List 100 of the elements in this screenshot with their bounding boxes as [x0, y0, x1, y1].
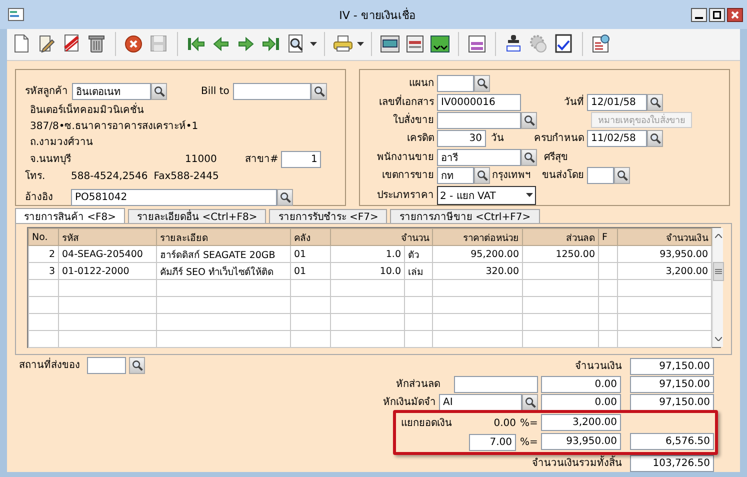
table-cell: เล่ม: [404, 262, 432, 280]
lookup-button[interactable]: [311, 83, 328, 100]
lookup-button[interactable]: [151, 83, 167, 100]
table-cell: 3,200.00: [618, 262, 712, 280]
search-icon: [154, 86, 164, 97]
province-text: จ.นนทบุรี: [29, 152, 72, 167]
search-icon: [476, 78, 488, 90]
text-field[interactable]: PO581042: [71, 189, 277, 206]
column-header: จำนวน: [330, 228, 432, 246]
customer-name: อินเตอร์เน็ทคอมมิวนิเคชั่น: [30, 102, 144, 118]
search-icon: [524, 114, 534, 126]
text-field[interactable]: อินเตอเนท: [72, 83, 151, 100]
field-label: โทร.: [25, 169, 46, 184]
amount-field[interactable]: 6,576.50: [630, 433, 714, 450]
field-label: แยกยอดเงิน: [400, 416, 452, 430]
table-cell: ฮาร์ดดิสก์ SEAGATE 20GB: [156, 246, 290, 262]
text-field[interactable]: [437, 112, 521, 129]
column-header: รหัส: [58, 228, 156, 246]
text-field[interactable]: [454, 376, 538, 392]
lookup-button[interactable]: [129, 357, 145, 374]
grip-icon[interactable]: [714, 269, 722, 274]
amount-field[interactable]: 97,150.00: [630, 358, 714, 374]
form-icon[interactable]: [404, 33, 426, 55]
dropdown-caret-icon[interactable]: [357, 42, 364, 46]
table-cell: 1250.00: [522, 246, 598, 262]
text-field[interactable]: IV0000016: [437, 94, 521, 111]
table-cell: 10.0: [330, 262, 404, 280]
maximize-button[interactable]: [709, 8, 725, 22]
field-label: Bill to: [201, 85, 230, 99]
checklist-icon[interactable]: [590, 33, 612, 55]
tab[interactable]: รายการสินค้า <F8>: [15, 208, 126, 223]
amount-field[interactable]: 3,200.00: [541, 414, 621, 431]
lookup-button[interactable]: [474, 166, 490, 184]
salesman-name: ศรีสุข: [544, 150, 568, 165]
text-field[interactable]: AI: [439, 394, 522, 410]
field-label: สาขา#: [245, 153, 278, 167]
close-button[interactable]: [727, 8, 743, 22]
amount-field[interactable]: 93,950.00: [541, 433, 621, 450]
field-label: ใบสั่งขาย: [392, 112, 435, 128]
address-line: 387/8•ซ.ธนาคารอาคารสงเคราะห์•1: [30, 119, 198, 134]
lookup-button[interactable]: [521, 112, 537, 129]
lookup-button[interactable]: [614, 166, 630, 184]
text-field[interactable]: อารี: [437, 148, 521, 166]
text-field[interactable]: [233, 83, 312, 100]
lookup-button[interactable]: [647, 94, 663, 111]
amount-field[interactable]: 97,150.00: [630, 394, 714, 410]
field-label: เขตการขาย: [381, 168, 435, 183]
scroll-down-icon[interactable]: [714, 337, 722, 341]
down-arrows-icon[interactable]: [429, 33, 451, 55]
table-cell: คัมภีร์ SEO ทำเว็บไซต์ให้ติด: [156, 262, 290, 280]
table-cell: 3: [28, 262, 58, 280]
rate-field[interactable]: 7.00: [469, 434, 516, 450]
unit-text: วัน: [491, 132, 504, 146]
field-label: เครดิต: [406, 132, 435, 146]
field-label: ครบกำหนด: [534, 132, 585, 146]
lookup-button[interactable]: [647, 130, 663, 148]
text-field[interactable]: กท: [437, 166, 474, 184]
field-label: สถานที่ส่งของ: [19, 357, 80, 374]
amount-field[interactable]: 97,150.00: [630, 376, 714, 392]
search-icon: [280, 192, 290, 203]
sign-text: %=: [519, 436, 538, 450]
scroll-up-icon[interactable]: [714, 234, 722, 238]
field-label: แผนก: [408, 77, 435, 92]
amount-field[interactable]: 0.00: [541, 376, 621, 392]
column-header: คลัง: [290, 228, 330, 246]
minimize-button[interactable]: [691, 8, 707, 22]
lookup-button[interactable]: [277, 189, 293, 206]
field-label: ขนส่งโดย: [542, 168, 585, 183]
document-check-icon[interactable]: [553, 33, 575, 55]
field-label: วันที่: [564, 94, 585, 110]
table-cell: 2: [28, 246, 58, 262]
text-field[interactable]: 12/01/58: [587, 94, 647, 111]
scrollbar[interactable]: [712, 228, 723, 347]
lookup-button[interactable]: [474, 75, 490, 92]
table-cell: 01: [290, 246, 330, 262]
table-cell: ตัว: [404, 246, 432, 262]
table-cell: 01-0122-2000: [58, 262, 156, 280]
text-field[interactable]: 1: [281, 151, 322, 168]
note-screen-icon[interactable]: [379, 33, 401, 55]
tab[interactable]: รายการภาษีขาย <Ctrl+F7>: [390, 209, 540, 223]
address-line: ถ.งามวงศ์วาน: [30, 135, 94, 150]
text-field[interactable]: 11/02/58: [587, 130, 647, 148]
search-icon: [524, 152, 534, 163]
price-type-dropdown[interactable]: 2 - แยก VAT: [437, 186, 536, 205]
amount-field[interactable]: 103,726.50: [630, 455, 714, 472]
text-field[interactable]: [587, 166, 614, 184]
tab[interactable]: รายละเอียดอื่น <Ctrl+F8>: [128, 209, 266, 223]
lookup-button[interactable]: [521, 148, 537, 166]
field-label: ประเภทราคา: [376, 188, 435, 203]
tab[interactable]: รายการรับชำระ <F7>: [269, 209, 388, 223]
table-cell: 01: [290, 262, 330, 280]
text-field[interactable]: [87, 357, 126, 374]
lookup-button[interactable]: [522, 394, 538, 410]
field-label: รหัสลูกค้า: [25, 84, 68, 99]
text-field[interactable]: [437, 75, 474, 92]
text-field[interactable]: 30: [437, 130, 486, 148]
app-icon: [8, 8, 24, 21]
dropdown-caret-icon[interactable]: [310, 42, 317, 46]
cancel-icon[interactable]: [123, 33, 145, 55]
amount-field[interactable]: 0.00: [541, 394, 621, 410]
